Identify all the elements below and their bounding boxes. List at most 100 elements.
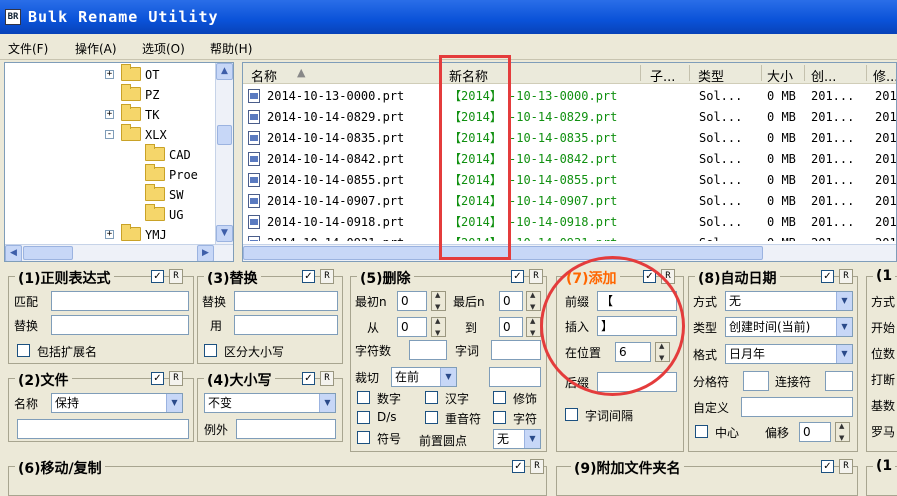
chevron-down-icon[interactable]: ▼ [836,318,852,336]
date-custom-input[interactable] [741,397,853,417]
file-enable-checkbox[interactable]: ✓ [151,372,164,385]
crop-input[interactable] [489,367,541,387]
tree-item[interactable]: CAD [145,144,191,165]
chevron-down-icon[interactable]: ▼ [319,394,335,412]
date-type-select[interactable]: 创建时间(当前) ▼ [725,317,853,337]
file-row[interactable]: 2014-10-14-0842.prt 【2014】 -10-14-0842.prt… [243,148,896,170]
file-row[interactable]: 2014-10-14-0907.prt 【2014】 -10-14-0907.prt… [243,190,896,212]
col-sub[interactable]: 子... [650,66,675,85]
first-n-input[interactable]: 0 [397,291,427,311]
menu-help[interactable]: 帮助(H) [210,40,252,57]
date-sep-input[interactable] [743,371,769,391]
scroll-left-icon[interactable]: ◀ [5,245,22,261]
tree-vscrollbar[interactable]: ▲ ▼ [215,63,233,244]
to-input[interactable]: 0 [499,317,523,337]
replace-input[interactable] [234,291,338,311]
file-row[interactable]: 2014-10-14-0931.prt【2014】-10-14-0931.prt… [243,232,896,241]
lead-dots-select[interactable]: 无 ▼ [493,429,541,449]
menu-file[interactable]: 文件(F) [8,40,48,57]
autodate-reset-button[interactable]: R [839,269,853,284]
col-type[interactable]: 类型 [698,66,724,85]
move-reset-button[interactable]: R [530,459,544,474]
digits-checkbox[interactable] [357,391,370,404]
hanzi-checkbox[interactable] [425,391,438,404]
remove-reset-button[interactable]: R [529,269,543,284]
tree-item[interactable]: UG [145,204,183,225]
ds-checkbox[interactable] [357,411,370,424]
chars2-checkbox[interactable] [493,411,506,424]
regex-replace-input[interactable] [51,315,189,335]
tree-item[interactable]: + OT [105,64,159,85]
chevron-down-icon[interactable]: ▼ [836,345,852,363]
case-select[interactable]: 不变 ▼ [204,393,336,413]
trim-checkbox[interactable] [493,391,506,404]
accents-checkbox[interactable] [425,411,438,424]
col-name[interactable]: 名称 [251,66,277,85]
scroll-thumb[interactable] [217,125,232,145]
scroll-thumb[interactable] [23,246,73,260]
regex-ext-checkbox[interactable] [17,344,30,357]
file-row[interactable]: 2014-10-13-0000.prt 【2014】 -10-13-0000.prt… [243,85,896,107]
chevron-down-icon[interactable]: ▼ [836,292,852,310]
move-enable-checkbox[interactable]: ✓ [512,460,525,473]
to-spinner[interactable] [526,317,541,337]
autodate-enable-checkbox[interactable]: ✓ [821,270,834,283]
col-size[interactable]: 大小 [767,66,793,85]
folder-tree[interactable]: + OT PZ + TK - XLX CAD Proe SW UG + YMJ ▲ ▼ … [4,62,234,262]
last-n-input[interactable]: 0 [499,291,523,311]
expand-icon[interactable]: + [105,70,114,79]
chars-input[interactable] [409,340,447,360]
file-name-input[interactable] [17,419,189,439]
col-created[interactable]: 创... [811,66,836,85]
tree-hscrollbar[interactable]: ◀ ▶ [5,244,233,261]
case-sensitive-checkbox[interactable] [204,344,217,357]
date-center-checkbox[interactable] [695,425,708,438]
regex-enable-checkbox[interactable]: ✓ [151,270,164,283]
date-seg-input[interactable] [825,371,853,391]
file-list[interactable]: 名称 ▲ 新名称 子... 类型 大小 创... 修... 2014-10-13… [242,62,897,262]
menu-options[interactable]: 选项(O) [142,40,185,57]
from-input[interactable]: 0 [397,317,427,337]
replace-reset-button[interactable]: R [320,269,334,284]
menu-action[interactable]: 操作(A) [75,40,117,57]
file-row[interactable]: 2014-10-14-0829.prt 【2014】 -10-14-0829.prt… [243,106,896,128]
words-input[interactable] [491,340,541,360]
case-except-input[interactable] [236,419,336,439]
tree-item[interactable]: + YMJ [105,224,167,245]
file-row[interactable]: 2014-10-14-0918.prt 【2014】 -10-14-0918.prt… [243,211,896,233]
files-hscrollbar[interactable] [243,244,896,261]
word-space-checkbox[interactable] [565,408,578,421]
tree-item[interactable]: PZ [121,84,159,105]
chevron-down-icon[interactable]: ▼ [440,368,456,386]
scroll-right-icon[interactable]: ▶ [197,245,214,261]
chevron-down-icon[interactable]: ▼ [166,394,182,412]
from-spinner[interactable] [431,317,446,337]
replace-with-input[interactable] [234,315,338,335]
crop-select[interactable]: 在前 ▼ [391,367,457,387]
tree-item[interactable]: - XLX [105,124,167,145]
regex-match-input[interactable] [51,291,189,311]
remove-enable-checkbox[interactable]: ✓ [511,270,524,283]
chevron-down-icon[interactable]: ▼ [524,430,540,448]
scroll-up-icon[interactable]: ▲ [216,63,233,80]
first-n-spinner[interactable] [431,291,446,311]
folder-enable-checkbox[interactable]: ✓ [821,460,834,473]
date-offset-input[interactable]: 0 [799,422,831,442]
regex-reset-button[interactable]: R [169,269,183,284]
col-modified[interactable]: 修... [873,66,896,85]
file-name-select[interactable]: 保持 ▼ [51,393,183,413]
file-reset-button[interactable]: R [169,371,183,386]
expand-icon[interactable]: + [105,110,114,119]
file-row[interactable]: 2014-10-14-0835.prt 【2014】 -10-14-0835.prt… [243,127,896,149]
scroll-down-icon[interactable]: ▼ [216,225,233,242]
last-n-spinner[interactable] [526,291,541,311]
collapse-icon[interactable]: - [105,130,114,139]
tree-item[interactable]: + TK [105,104,159,125]
folder-reset-button[interactable]: R [839,459,853,474]
date-offset-spinner[interactable] [835,422,850,442]
case-enable-checkbox[interactable]: ✓ [302,372,315,385]
tree-item[interactable]: Proe [145,164,198,185]
date-format-select[interactable]: 日月年 ▼ [725,344,853,364]
tree-item[interactable]: SW [145,184,183,205]
expand-icon[interactable]: + [105,230,114,239]
